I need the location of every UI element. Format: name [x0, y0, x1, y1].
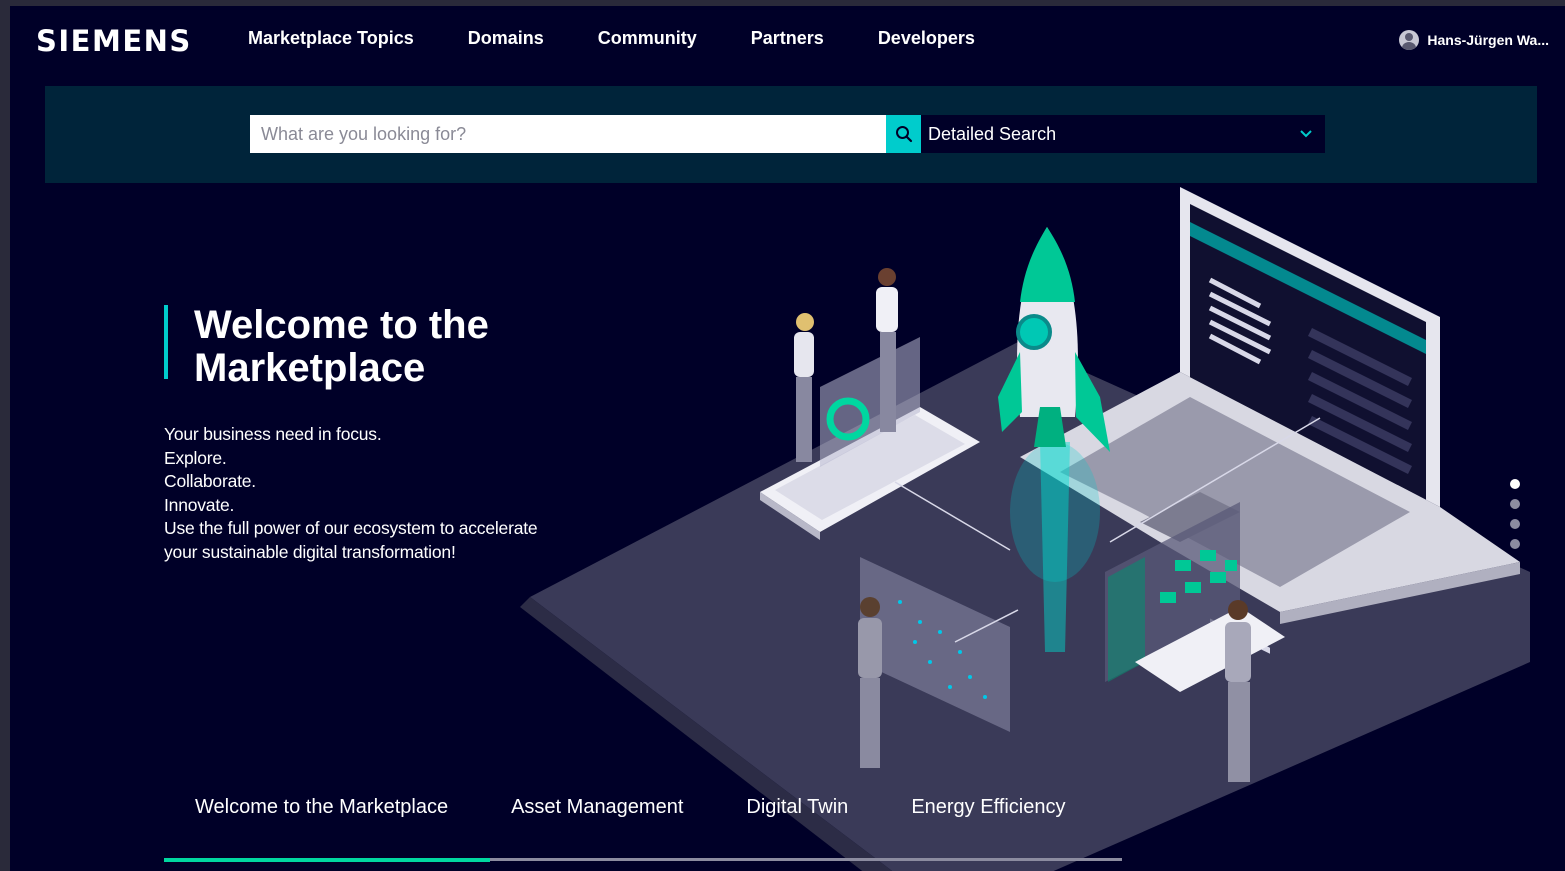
nav-community[interactable]: Community [598, 28, 697, 49]
search-icon [895, 126, 912, 143]
topic-tabs: Welcome to the Marketplace Asset Managem… [164, 796, 1065, 819]
tab-digital-twin[interactable]: Digital Twin [746, 796, 848, 819]
user-name: Hans-Jürgen Wa... [1427, 32, 1549, 48]
tab-energy-efficiency[interactable]: Energy Efficiency [911, 796, 1065, 819]
user-avatar-icon [1399, 30, 1420, 50]
carousel-dots [1510, 479, 1520, 549]
user-menu[interactable]: Hans-Jürgen Wa... [1399, 30, 1549, 50]
search-button[interactable] [886, 115, 921, 153]
carousel-dot-3[interactable] [1510, 519, 1520, 529]
detailed-search-dropdown[interactable]: Detailed Search [921, 115, 1325, 153]
hero-illustration [520, 187, 1530, 871]
page-frame: SIEMENS Marketplace Topics Domains Commu… [0, 0, 1565, 871]
site-header: SIEMENS Marketplace Topics Domains Commu… [10, 6, 1565, 86]
carousel-dot-1[interactable] [1510, 479, 1520, 489]
carousel-dot-4[interactable] [1510, 539, 1520, 549]
main-nav: Marketplace Topics Domains Community Par… [248, 28, 1029, 49]
search-band: Detailed Search [45, 86, 1537, 183]
nav-partners[interactable]: Partners [751, 28, 824, 49]
nav-developers[interactable]: Developers [878, 28, 975, 49]
tab-active-indicator [164, 858, 490, 862]
search-input[interactable] [250, 115, 886, 153]
detailed-search-label: Detailed Search [928, 123, 1057, 144]
nav-marketplace-topics[interactable]: Marketplace Topics [248, 28, 414, 49]
carousel-dot-2[interactable] [1510, 499, 1520, 509]
tab-asset-management[interactable]: Asset Management [511, 796, 683, 819]
hero-accent-bar [164, 305, 168, 379]
siemens-logo[interactable]: SIEMENS [36, 24, 192, 58]
nav-domains[interactable]: Domains [468, 28, 544, 49]
chevron-down-icon [1300, 130, 1312, 138]
tab-welcome[interactable]: Welcome to the Marketplace [195, 796, 448, 819]
